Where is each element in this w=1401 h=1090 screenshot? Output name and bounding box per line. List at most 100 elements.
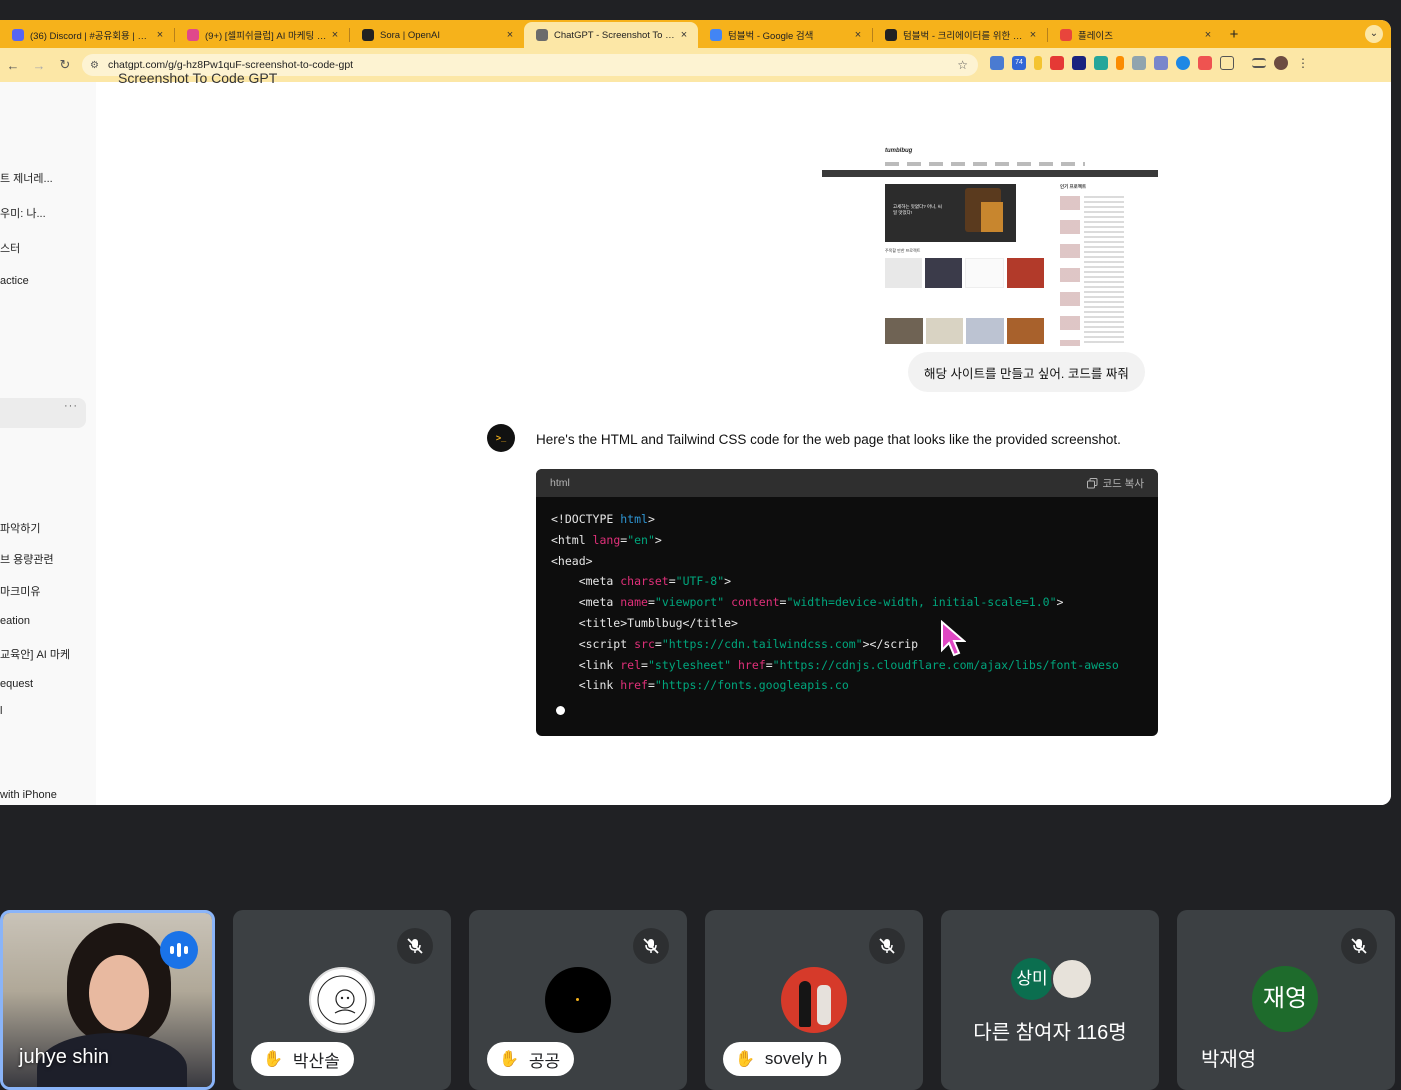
code-token: rel	[620, 657, 642, 672]
tab-close-icon[interactable]: ×	[678, 29, 690, 41]
code-token: href	[738, 657, 766, 672]
extension-icon[interactable]	[1176, 56, 1190, 70]
new-tab-button[interactable]: +	[1222, 22, 1246, 48]
sidebar-chat-item[interactable]: eation	[0, 615, 30, 627]
sidebar-chat-item[interactable]: 스터	[0, 240, 20, 256]
tab-label: ChatGPT - Screenshot To Co...	[554, 29, 678, 41]
browser-tab[interactable]: (9+) [셀피쉬클럽] AI 마케팅 뉴진... ×	[175, 22, 349, 48]
bookmark-star-icon[interactable]: ☆	[957, 58, 968, 72]
sidebar-chat-item[interactable]: actice	[0, 275, 29, 287]
audio-bar	[184, 946, 188, 954]
browser-tab[interactable]: 플레이즈 ×	[1048, 22, 1222, 48]
sidebar-chat-item[interactable]: 트 제너레...	[0, 170, 53, 186]
code-token: <meta	[551, 595, 621, 610]
code-token: "https://fonts.googleapis.co	[654, 678, 849, 693]
code-token: "width=device-width, initial-scale=1.0"	[786, 595, 1057, 610]
extension-icon[interactable]	[1094, 56, 1108, 70]
sidebar-chat-item[interactable]: equest	[0, 678, 33, 690]
code-token: >	[654, 532, 662, 547]
browser-tab[interactable]: Sora | OpenAI ×	[350, 22, 524, 48]
forward-button[interactable]: →	[26, 58, 52, 73]
sidebar-chat-item[interactable]: 교육안] AI 마케	[0, 646, 70, 662]
browser-tab[interactable]: 텀블벅 - 크리에이터를 위한 크라우...×	[873, 22, 1047, 48]
site-info-icon[interactable]: ⚙	[90, 60, 99, 71]
code-line: <head>	[551, 551, 1119, 572]
code-line: <meta charset="UTF-8">	[551, 571, 1119, 592]
sidebar-chat-item[interactable]: 브 용량관련	[0, 551, 54, 567]
reload-button[interactable]: ↻	[52, 57, 78, 73]
shot-product-thumb	[1007, 258, 1044, 288]
mic-off-icon	[1341, 928, 1377, 964]
profile-avatar[interactable]	[1274, 56, 1288, 70]
sidebar-chat-item[interactable]: 파악하기	[0, 520, 40, 536]
sidebar-chat-item[interactable]: l	[0, 705, 2, 717]
extension-icon[interactable]	[1116, 56, 1124, 70]
sidebar-chat-item[interactable]: 마크미유	[0, 583, 40, 599]
raised-hand-icon: ✋	[263, 1051, 283, 1068]
mouse-cursor-icon	[941, 620, 966, 657]
shot-banner-image	[981, 202, 1003, 232]
copy-code-button[interactable]: 코드 복사	[1087, 476, 1144, 491]
tab-close-icon[interactable]: ×	[852, 29, 864, 41]
tab-close-icon[interactable]: ×	[1027, 29, 1039, 41]
participant-name-pill: ✋ 박산솔	[251, 1042, 354, 1076]
copy-code-label: 코드 복사	[1102, 477, 1144, 490]
shot-section-title: 주목할 만한 프로젝트	[885, 248, 921, 253]
video-face	[89, 955, 149, 1031]
others-tile[interactable]: 상미 다른 참여자 116명	[941, 910, 1159, 1090]
tab-close-icon[interactable]: ×	[154, 29, 166, 41]
participant-tile[interactable]: 재영 박재영	[1177, 910, 1395, 1090]
browser-tab[interactable]: 텀블벅 - Google 검색 ×	[698, 22, 872, 48]
code-token: <!DOCTYPE	[551, 512, 621, 526]
audio-bar	[170, 946, 174, 954]
extension-icon[interactable]	[1198, 56, 1212, 70]
extension-icon[interactable]	[1072, 56, 1086, 70]
back-button[interactable]: ←	[0, 58, 26, 73]
code-token: "UTF-8"	[675, 574, 725, 589]
tab-search-button[interactable]: ⌄	[1365, 25, 1383, 43]
tab-label: 텀블벅 - 크리에이터를 위한 크라우...	[903, 31, 1027, 42]
code-token: html	[620, 512, 648, 526]
extension-icon[interactable]	[1132, 56, 1146, 70]
extension-icon[interactable]	[1154, 56, 1168, 70]
uploaded-screenshot[interactable]: tumblbug 고세하는 맛없다? 아니, 씨일 맛었다! 주목할 만한 프로…	[822, 144, 1158, 347]
code-token: <meta	[551, 574, 621, 589]
shot-banner: 고세하는 맛없다? 아니, 씨일 맛었다!	[885, 184, 1016, 242]
browser-tab[interactable]: ChatGPT - Screenshot To Co... ×	[524, 22, 698, 48]
shot-product-thumb	[966, 318, 1004, 344]
extension-icon[interactable]	[990, 56, 1004, 70]
shot-side-title: 인기 프로젝트	[1060, 184, 1087, 189]
avatar-figure	[817, 985, 831, 1025]
tab-close-icon[interactable]: ×	[329, 29, 341, 41]
participant-avatar	[781, 967, 847, 1033]
sidebar-chat-item[interactable]: 우미: 나...	[0, 205, 46, 221]
avatar-figure	[799, 981, 811, 1027]
participant-tile[interactable]: ✋ 박산솔	[233, 910, 451, 1090]
extension-icon[interactable]	[1034, 56, 1042, 70]
extension-badge-icon[interactable]: 74	[1012, 56, 1026, 70]
code-token: <title>Tumblbug</title>	[551, 615, 738, 630]
code-line: <meta name="viewport" content="width=dev…	[551, 592, 1119, 613]
browser-menu-icon[interactable]: ⋮	[1296, 56, 1310, 70]
tab-close-icon[interactable]: ×	[1202, 29, 1214, 41]
participant-name-pill: ✋ sovely h	[723, 1042, 842, 1076]
code-token: =	[654, 636, 662, 651]
shot-side-text	[1084, 196, 1124, 346]
participant-name: juhye shin	[19, 1046, 110, 1068]
tab-close-icon[interactable]: ×	[504, 29, 516, 41]
participant-tile[interactable]: juhye shin	[0, 910, 215, 1090]
extensions-puzzle-icon[interactable]	[1220, 56, 1234, 70]
code-token: >	[647, 512, 655, 526]
shot-product-grid-1	[885, 258, 1044, 288]
others-avatar-initial: 상미	[1011, 958, 1053, 1000]
sidebar-chat-item[interactable]: with iPhone	[0, 789, 57, 801]
avatar-dot	[576, 998, 579, 1001]
participant-tile[interactable]: ✋ sovely h	[705, 910, 923, 1090]
browser-tab[interactable]: (36) Discord | #공유회용 | 셀피... ×	[0, 22, 174, 48]
sidebar-item-options-button[interactable]: ···	[64, 400, 78, 412]
extension-icon[interactable]	[1050, 56, 1064, 70]
participant-tile[interactable]: ✋ 공공	[469, 910, 687, 1090]
code-language-label: html	[550, 477, 570, 489]
reading-list-icon[interactable]	[1252, 58, 1266, 68]
code-block: html 코드 복사 <!DOCTYPE html> <html lang="en…	[536, 469, 1158, 736]
